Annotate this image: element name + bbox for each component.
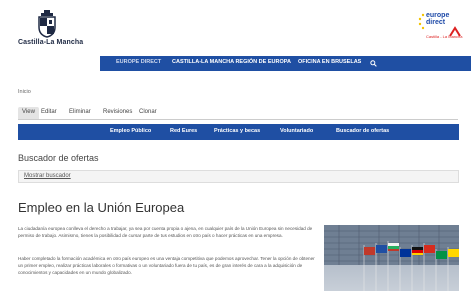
castilla-la-mancha-logo[interactable]: Castilla-La Mancha bbox=[18, 10, 83, 50]
europe-direct-logo[interactable]: europe direct Castilla - La Mancha bbox=[418, 10, 464, 44]
tab-revisiones[interactable]: Revisiones bbox=[103, 107, 132, 119]
coat-of-arms-icon bbox=[38, 10, 56, 38]
top-navigation: EUROPE DIRECT CASTILLA-LA MANCHA REGIÓN … bbox=[100, 56, 471, 71]
page-title: Empleo en la Unión Europea bbox=[18, 200, 185, 215]
site-header: Castilla-La Mancha europe direct Castill… bbox=[0, 0, 471, 56]
tab-eliminar[interactable]: Eliminar bbox=[69, 107, 91, 119]
brand-name: Castilla-La Mancha bbox=[18, 39, 84, 46]
tab-clonar[interactable]: Clonar bbox=[139, 107, 157, 119]
topnav-oficina-bruselas[interactable]: OFICINA EN BRUSELAS bbox=[298, 59, 361, 65]
ed-logo-text: europe direct bbox=[426, 12, 450, 26]
article-paragraph-1: La ciudadanía europea conlleva el derech… bbox=[18, 226, 313, 238]
topnav-clm-region[interactable]: CASTILLA-LA MANCHA REGIÓN DE EUROPA bbox=[172, 59, 291, 65]
topnav-europe-direct[interactable]: EUROPE DIRECT bbox=[116, 59, 161, 65]
tab-editar[interactable]: Editar bbox=[41, 107, 57, 119]
breadcrumb[interactable]: Inicio bbox=[18, 89, 31, 95]
article-paragraph-2: Haber completado la formación académica … bbox=[18, 256, 315, 275]
breadcrumb-home[interactable]: Inicio bbox=[18, 89, 31, 95]
subnav-empleo-publico[interactable]: Empleo Público bbox=[110, 128, 151, 134]
eu-flags-photo bbox=[324, 225, 459, 291]
search-icon[interactable] bbox=[370, 60, 377, 67]
subnav-practicas-becas[interactable]: Prácticas y becas bbox=[214, 128, 260, 134]
tab-view[interactable]: View bbox=[18, 107, 39, 119]
subnav-red-eures[interactable]: Red Eures bbox=[170, 128, 197, 134]
tabs-divider bbox=[18, 119, 458, 120]
show-finder-toggle[interactable]: Mostrar buscador bbox=[18, 170, 459, 183]
finder-heading: Buscador de ofertas bbox=[18, 153, 99, 163]
ed-logo-subtitle: Castilla - La Mancha bbox=[426, 34, 463, 39]
subnav-buscador-ofertas[interactable]: Buscador de ofertas bbox=[336, 128, 389, 134]
show-finder-link[interactable]: Mostrar buscador bbox=[24, 173, 71, 179]
subnav-voluntariado[interactable]: Voluntariado bbox=[280, 128, 313, 134]
section-navigation: Empleo Público Red Eures Prácticas y bec… bbox=[18, 124, 459, 140]
